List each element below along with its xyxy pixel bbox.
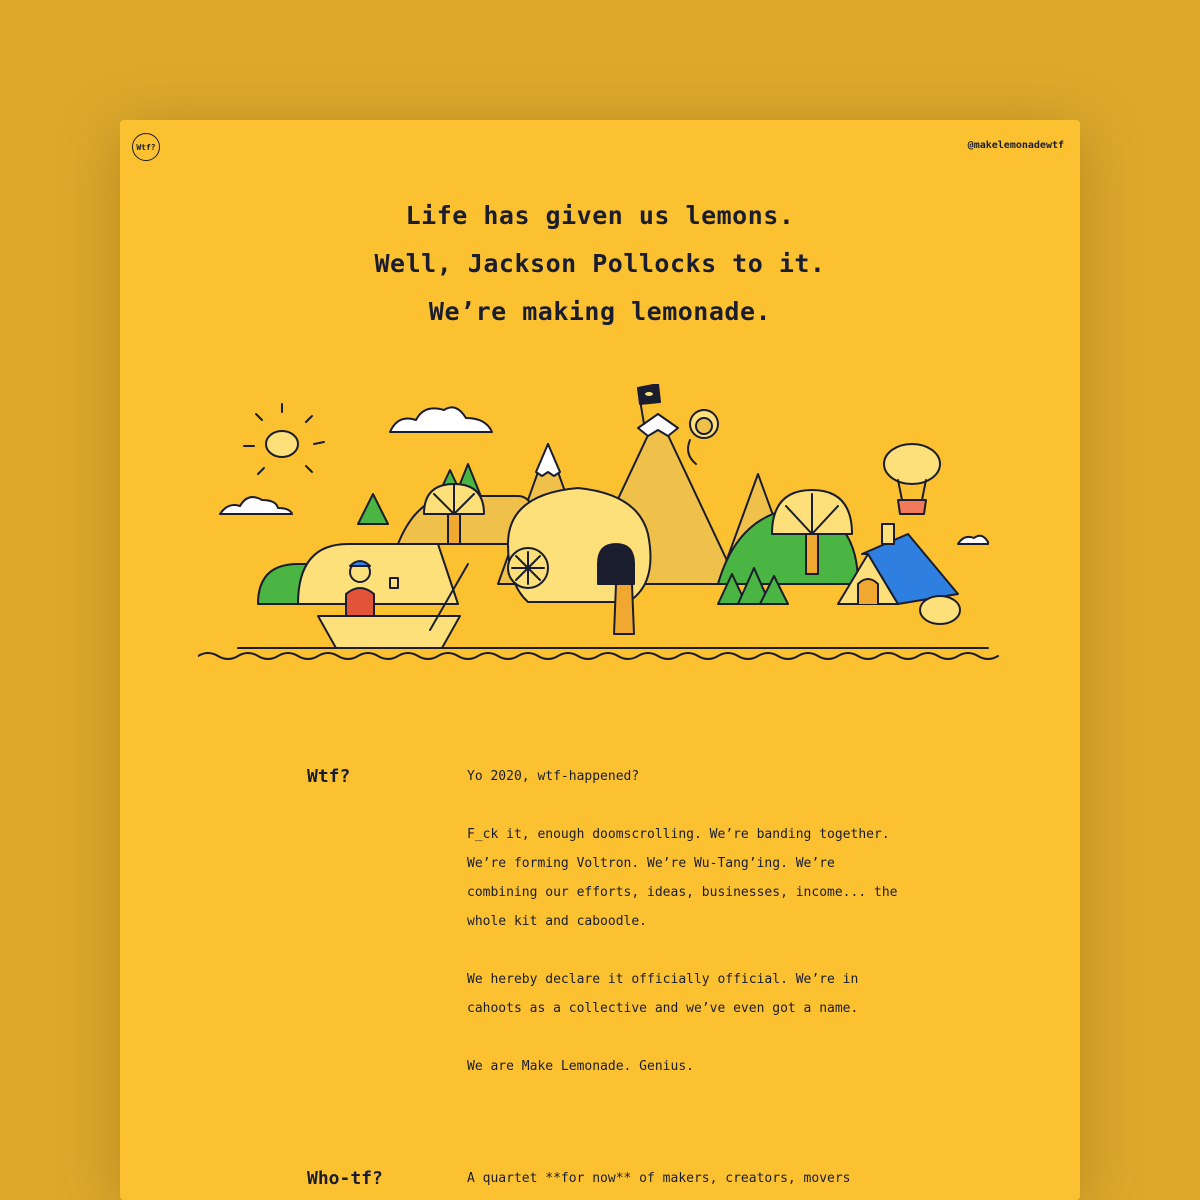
sun-icon [243, 403, 325, 475]
cloud-icon [219, 496, 293, 515]
social-handle-link[interactable]: @makelemonadewtf [968, 140, 1064, 151]
island-illustration [198, 384, 999, 660]
cloud-icon [957, 534, 989, 545]
hero-line-3: We’re making lemonade. [428, 297, 772, 326]
section-body-who: A quartet **for now** of makers, creator… [467, 1164, 907, 1200]
cloud-icon [389, 406, 493, 433]
page-card: Wtf? @makelemonadewtf Life has given us … [120, 120, 1080, 1200]
wtf-paragraph: We hereby declare it officially official… [467, 972, 859, 1016]
lemon-icon [919, 595, 961, 625]
waterfall-icon [613, 583, 635, 635]
hero-heading: Life has given us lemons. Well, Jackson … [120, 192, 1080, 336]
hero-line-2: Well, Jackson Pollocks to it. [374, 249, 826, 278]
hero-line-1: Life has given us lemons. [405, 201, 795, 230]
wtf-logo[interactable]: Wtf? [132, 133, 160, 161]
wtf-paragraph: F_ck it, enough doomscrolling. We’re ban… [467, 827, 898, 929]
monkey-icon [687, 409, 719, 465]
hot-air-balloon-icon [883, 443, 941, 515]
lemon-icon [507, 547, 549, 589]
section-title-who: Who-tf? [307, 1168, 383, 1189]
section-title-wtf: Wtf? [307, 766, 351, 787]
who-paragraph: A quartet **for now** of makers, creator… [467, 1171, 851, 1186]
wtf-paragraph: We are Make Lemonade. Genius. [467, 1059, 694, 1074]
wtf-paragraph: Yo 2020, wtf-happened? [467, 769, 640, 784]
logo-text: Wtf? [136, 142, 156, 152]
wave-icon [198, 652, 999, 660]
section-body-wtf: Yo 2020, wtf-happened? F_ck it, enough d… [467, 762, 907, 1110]
